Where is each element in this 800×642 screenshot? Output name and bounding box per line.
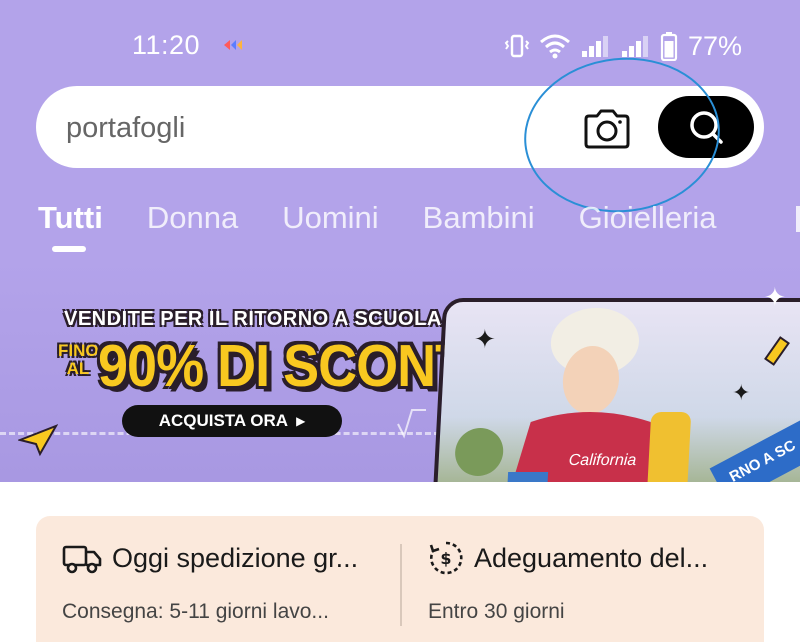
tab-uomini[interactable]: Uomini: [282, 200, 378, 236]
header-area: 11:20 77% portafogli Tutti Donna Uomini …: [0, 0, 800, 482]
battery-icon: [660, 32, 678, 61]
math-doodle-icon: [397, 409, 426, 439]
battery-percent: 77%: [687, 30, 742, 61]
banner-al: AL: [66, 359, 90, 378]
active-tab-indicator: [52, 246, 86, 252]
chevron-right-icon: ▶: [296, 414, 306, 428]
tab-donna[interactable]: Donna: [147, 200, 238, 236]
price-adjust-icon: $: [429, 541, 463, 575]
status-time: 11:20: [132, 30, 201, 60]
shipping-title: Oggi spedizione gr...: [112, 542, 359, 573]
shipping-subtitle: Consegna: 5-11 giorni lavo...: [62, 600, 329, 623]
banner-shirt-text: California: [568, 452, 637, 469]
tab-bambini[interactable]: Bambini: [423, 200, 535, 236]
banner-cta-button[interactable]: ACQUISTA ORA ▶: [122, 405, 342, 437]
wifi-icon: [539, 34, 570, 59]
shipping-info[interactable]: Oggi spedizione gr... Consegna: 5-11 gio…: [62, 538, 392, 624]
sparkle-icon: ✦: [732, 380, 751, 405]
sparkle-icon: ✦: [474, 324, 496, 354]
promo-banner[interactable]: VENDITE PER IL RITORNO A SCUOLA FINO AL …: [0, 262, 800, 482]
truck-icon: [62, 545, 102, 574]
tab-gioielleria[interactable]: Gioielleria: [579, 200, 717, 236]
price-adjust-title: Adeguamento del...: [474, 542, 709, 573]
service-info-card: Oggi spedizione gr... Consegna: 5-11 gio…: [36, 516, 764, 642]
app-logo-icon: [224, 40, 242, 50]
banner-cta-label: ACQUISTA ORA: [158, 411, 289, 430]
banner-headline: VENDITE PER IL RITORNO A SCUOLA: [64, 308, 442, 330]
signal-icon: [581, 36, 608, 57]
pencil-icon: [764, 336, 790, 366]
banner-fino: FINO: [58, 341, 99, 360]
category-tabs: Tutti Donna Uomini Bambini Gioielleria: [38, 200, 717, 236]
svg-text:$: $: [440, 549, 451, 568]
vibrate-icon: [504, 34, 530, 58]
signal-icon: [621, 36, 648, 57]
annotation-circle: [516, 48, 728, 222]
tab-overflow-edge: [796, 206, 800, 232]
paper-plane-icon: [18, 424, 58, 457]
price-adjust-info[interactable]: $ Adeguamento del... Entro 30 giorni: [428, 538, 748, 624]
search-input[interactable]: [66, 110, 526, 146]
sparkle-icon: ✦: [764, 282, 786, 312]
tab-tutti[interactable]: Tutti: [38, 200, 103, 236]
info-divider: [400, 544, 402, 626]
price-adjust-subtitle: Entro 30 giorni: [428, 600, 565, 623]
banner-fino-al: FINO AL: [58, 341, 99, 378]
